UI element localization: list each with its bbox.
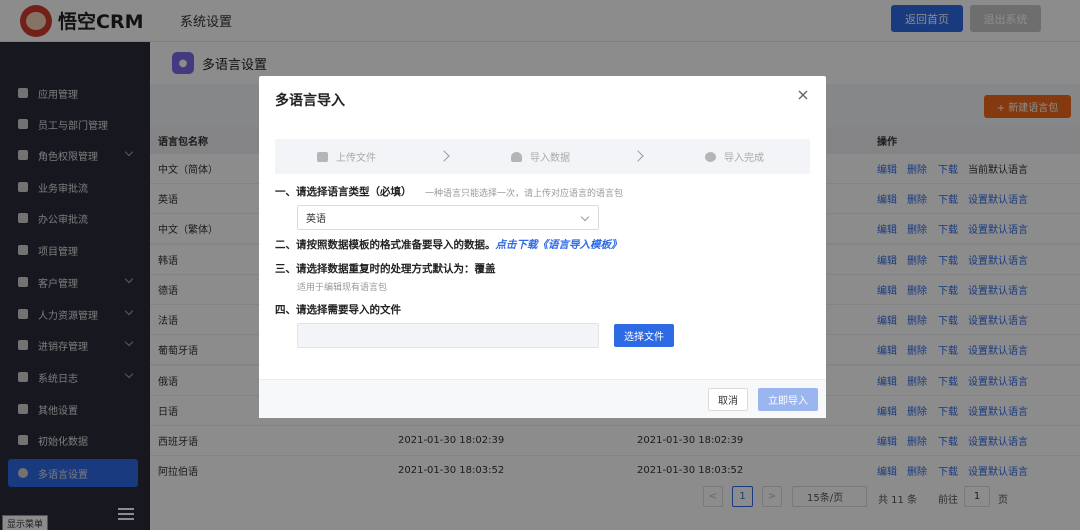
close-icon[interactable] bbox=[796, 88, 810, 102]
file-path-input[interactable] bbox=[297, 323, 599, 348]
step1-label: 一、请选择语言类型（必填） bbox=[275, 186, 412, 198]
step2-label: 二、请按照数据模板的格式准备要导入的数据。点击下载《语言导入模板》 bbox=[275, 237, 622, 252]
step-upload: 上传文件 bbox=[317, 139, 376, 174]
import-steps: 上传文件 导入数据 导入完成 bbox=[275, 139, 810, 174]
upload-icon bbox=[317, 151, 328, 162]
language-select-value: 英语 bbox=[306, 214, 326, 225]
step-complete: 导入完成 bbox=[705, 139, 764, 174]
step-label: 导入完成 bbox=[724, 153, 764, 164]
step2-text: 二、请按照数据模板的格式准备要导入的数据。 bbox=[275, 239, 496, 251]
download-template-link[interactable]: 点击下载《语言导入模板》 bbox=[496, 239, 622, 251]
language-type-select[interactable]: 英语 bbox=[297, 205, 599, 230]
cloud-upload-icon bbox=[511, 151, 522, 162]
step1-hint: 一种语言只能选择一次，请上传对应语言的语言包 bbox=[425, 189, 624, 199]
check-circle-icon bbox=[705, 151, 716, 162]
step-label: 导入数据 bbox=[530, 153, 570, 164]
chevron-right-icon bbox=[438, 150, 450, 162]
dialog-title: 多语言导入 bbox=[275, 93, 345, 109]
chevron-down-icon bbox=[580, 212, 590, 222]
step-import: 导入数据 bbox=[511, 139, 570, 174]
dialog-footer: 取消 立即导入 bbox=[259, 379, 826, 418]
import-now-button[interactable]: 立即导入 bbox=[758, 388, 818, 411]
step-label: 上传文件 bbox=[336, 153, 376, 164]
step3-label: 三、请选择数据重复时的处理方式默认为：覆盖 bbox=[275, 263, 496, 275]
choose-file-button[interactable]: 选择文件 bbox=[614, 324, 674, 347]
chevron-right-icon bbox=[632, 150, 644, 162]
cancel-button[interactable]: 取消 bbox=[708, 388, 748, 411]
step3-hint: 适用于编辑现有语言包 bbox=[297, 283, 388, 293]
import-dialog: 多语言导入 上传文件 导入数据 导入完成 一、请选择语言类型（必填） 一种语言只… bbox=[259, 76, 826, 418]
step4-label: 四、请选择需要导入的文件 bbox=[275, 304, 401, 316]
